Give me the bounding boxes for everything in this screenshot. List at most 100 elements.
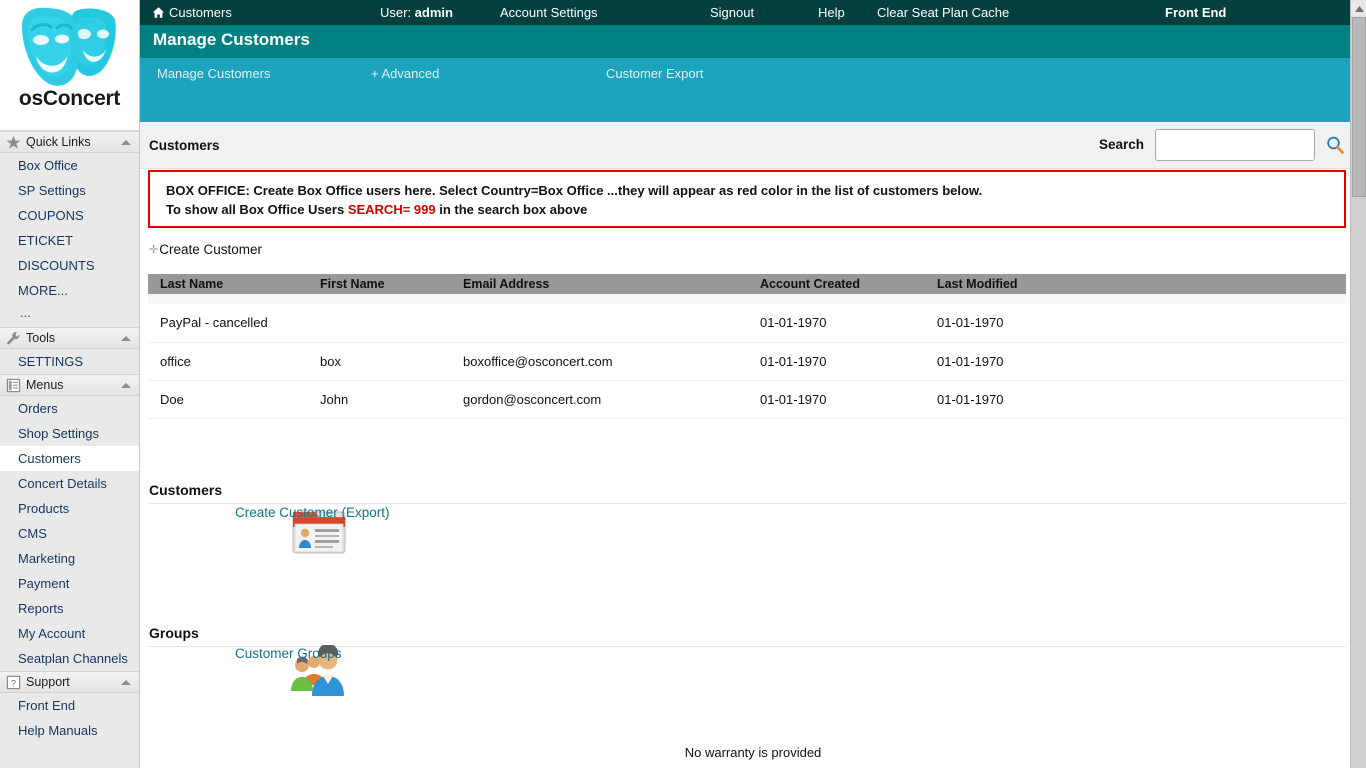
chevron-up-icon[interactable] (121, 680, 131, 685)
scrollbar-up-arrow-icon[interactable] (1351, 0, 1366, 17)
main-content: Customers Search BOX OFFICE: Create Box … (140, 122, 1366, 768)
sidebar-item-sp-settings[interactable]: SP Settings (0, 178, 139, 203)
table-spacer-row (148, 294, 1346, 304)
magnifier-icon (1325, 135, 1345, 155)
col-first-name[interactable]: First Name (308, 274, 451, 294)
cell-last-name: Doe (148, 380, 308, 418)
sidebar-item-orders[interactable]: Orders (0, 396, 139, 421)
sidebar-item-reports[interactable]: Reports (0, 596, 139, 621)
sidebar-item-payment[interactable]: Payment (0, 571, 139, 596)
topnav-front-end[interactable]: Front End (1165, 0, 1226, 25)
warning-search-code: SEARCH= 999 (348, 202, 436, 217)
topnav-customers[interactable]: Customers (152, 0, 232, 25)
sidebar-item-cms[interactable]: CMS (0, 521, 139, 546)
warning-line-1: BOX OFFICE: Create Box Office users here… (166, 181, 1344, 200)
plus-icon: ✛ (149, 243, 158, 256)
sidebar-item-ellipsis[interactable]: ... (0, 303, 139, 327)
cell-account-created: 01-01-1970 (748, 304, 925, 342)
topnav-user: User: admin (380, 0, 453, 25)
cell-last-modified: 01-01-1970 (925, 304, 1346, 342)
cell-last-modified: 01-01-1970 (925, 380, 1346, 418)
sidebar-item-front-end[interactable]: Front End (0, 693, 139, 718)
cell-last-name: office (148, 342, 308, 380)
customers-section-title: Customers (149, 482, 222, 498)
home-icon (152, 6, 165, 19)
search-label: Search (1099, 137, 1144, 152)
sidebar-section-label: Quick Links (26, 135, 91, 149)
subnav-advanced[interactable]: + Advanced (371, 64, 439, 84)
sidebar: osConcert Quick Links Box Office SP Sett… (0, 0, 140, 768)
panel-heading: Customers (149, 138, 220, 153)
top-navigation-bar: Customers User: admin Account Settings S… (140, 0, 1366, 25)
topnav-signout[interactable]: Signout (710, 0, 754, 25)
create-customer-export-link[interactable]: Create Customer (Export) (235, 505, 390, 520)
create-customer-label: Create Customer (159, 242, 262, 257)
sidebar-item-concert-details[interactable]: Concert Details (0, 471, 139, 496)
warning-line-2: To show all Box Office Users SEARCH= 999… (166, 200, 1344, 219)
subnav-manage-customers[interactable]: Manage Customers (157, 64, 270, 84)
cell-first-name: John (308, 380, 451, 418)
sidebar-item-help-manuals[interactable]: Help Manuals (0, 718, 139, 743)
sidebar-item-my-account[interactable]: My Account (0, 621, 139, 646)
sidebar-item-seatplan-channels[interactable]: Seatplan Channels (0, 646, 139, 671)
cell-email: gordon@osconcert.com (451, 380, 748, 418)
topnav-help[interactable]: Help (818, 0, 845, 25)
star-icon (6, 135, 21, 150)
scrollbar-thumb[interactable] (1352, 17, 1366, 197)
table-body: PayPal - cancelled 01-01-1970 01-01-1970… (148, 294, 1346, 418)
page-title: Manage Customers (153, 30, 310, 50)
cell-first-name (308, 304, 451, 342)
sidebar-section-label: Tools (26, 331, 55, 345)
sub-navigation: Manage Customers + Advanced Customer Exp… (140, 58, 1366, 122)
customer-groups-link[interactable]: Customer Groups (235, 646, 342, 661)
subnav-customer-export[interactable]: Customer Export (606, 64, 704, 84)
cell-first-name: box (308, 342, 451, 380)
col-last-modified[interactable]: Last Modified (925, 274, 1346, 294)
search-button[interactable] (1325, 135, 1345, 155)
sidebar-item-products[interactable]: Products (0, 496, 139, 521)
brand-name: osConcert (19, 87, 120, 111)
sidebar-item-shop-settings[interactable]: Shop Settings (0, 421, 139, 446)
sidebar-section-quick-links[interactable]: Quick Links (0, 131, 139, 153)
chevron-up-icon[interactable] (121, 140, 131, 145)
table-row[interactable]: Doe John gordon@osconcert.com 01-01-1970… (148, 380, 1346, 418)
sidebar-section-label: Support (26, 675, 70, 689)
question-icon: ? (6, 675, 21, 690)
sidebar-item-more[interactable]: MORE... (0, 278, 139, 303)
page-scrollbar[interactable] (1350, 0, 1366, 768)
table-row[interactable]: office box boxoffice@osconcert.com 01-01… (148, 342, 1346, 380)
sidebar-section-tools[interactable]: Tools (0, 327, 139, 349)
warning-line-2-prefix: To show all Box Office Users (166, 202, 348, 217)
create-customer-link[interactable]: ✛Create Customer (149, 242, 262, 257)
cell-email (451, 304, 748, 342)
table-row[interactable]: PayPal - cancelled 01-01-1970 01-01-1970 (148, 304, 1346, 342)
sidebar-section-menus[interactable]: Menus (0, 374, 139, 396)
cell-last-name: PayPal - cancelled (148, 304, 308, 342)
chevron-up-icon[interactable] (121, 383, 131, 388)
topnav-customers-label: Customers (169, 5, 232, 20)
topnav-account-settings[interactable]: Account Settings (500, 0, 598, 25)
box-office-warning: BOX OFFICE: Create Box Office users here… (148, 170, 1346, 228)
topnav-user-label: User: admin (380, 5, 453, 20)
search-input[interactable] (1155, 129, 1315, 161)
sidebar-item-eticket[interactable]: ETICKET (0, 228, 139, 253)
cell-last-modified: 01-01-1970 (925, 342, 1346, 380)
svg-text:?: ? (11, 678, 16, 688)
sidebar-item-settings[interactable]: SETTINGS (0, 349, 139, 374)
app-root: osConcert Quick Links Box Office SP Sett… (0, 0, 1366, 768)
brand-logo[interactable]: osConcert (0, 0, 139, 131)
sidebar-item-marketing[interactable]: Marketing (0, 546, 139, 571)
sidebar-item-coupons[interactable]: COUPONS (0, 203, 139, 228)
sidebar-item-customers[interactable]: Customers (0, 446, 139, 471)
sidebar-section-support[interactable]: ? Support (0, 671, 139, 693)
table-head: Last Name First Name Email Address Accou… (148, 274, 1346, 294)
col-account-created[interactable]: Account Created (748, 274, 925, 294)
warning-line-2-suffix: in the search box above (436, 202, 588, 217)
sidebar-item-discounts[interactable]: DISCOUNTS (0, 253, 139, 278)
chevron-up-icon[interactable] (121, 336, 131, 341)
sidebar-item-box-office[interactable]: Box Office (0, 153, 139, 178)
col-last-name[interactable]: Last Name (148, 274, 308, 294)
table-header-row: Last Name First Name Email Address Accou… (148, 274, 1346, 294)
col-email-address[interactable]: Email Address (451, 274, 748, 294)
topnav-clear-seat-plan-cache[interactable]: Clear Seat Plan Cache (877, 0, 1009, 25)
